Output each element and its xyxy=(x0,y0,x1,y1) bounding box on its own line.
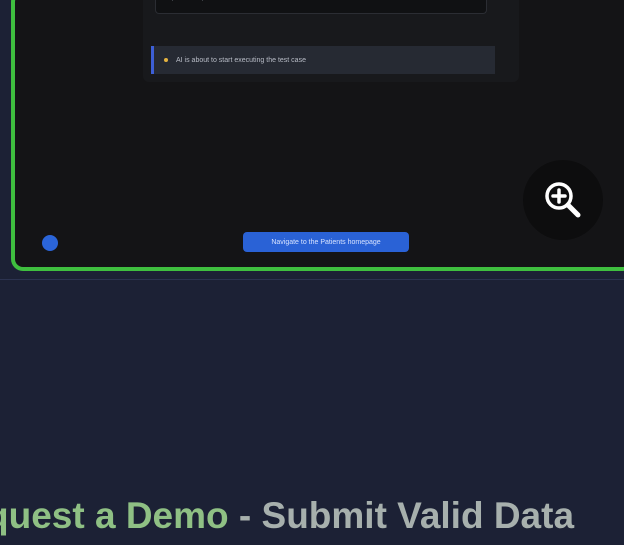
status-indicator-icon xyxy=(164,58,168,62)
status-message-text: AI is about to start executing the test … xyxy=(176,56,306,64)
test-preview-frame[interactable]: https://www.patients.com AI is about to … xyxy=(11,0,624,271)
title-separator: - xyxy=(228,495,262,536)
info-icon[interactable] xyxy=(42,235,58,251)
divider xyxy=(0,279,624,280)
test-case-name: Submit Valid Data xyxy=(261,495,575,536)
status-message: AI is about to start executing the test … xyxy=(151,46,495,74)
page: https://www.patients.com AI is about to … xyxy=(0,0,624,545)
test-suite-name: quest a Demo xyxy=(0,495,229,536)
url-field: https://www.patients.com xyxy=(155,0,487,14)
preview-content-panel: https://www.patients.com AI is about to … xyxy=(143,0,519,82)
test-case-title[interactable]: quest a Demo - Submit Valid Data xyxy=(0,494,624,538)
zoom-in-button[interactable] xyxy=(523,160,603,240)
step-caption: Navigate to the Patients homepage xyxy=(243,232,409,252)
zoom-in-icon xyxy=(545,182,581,218)
